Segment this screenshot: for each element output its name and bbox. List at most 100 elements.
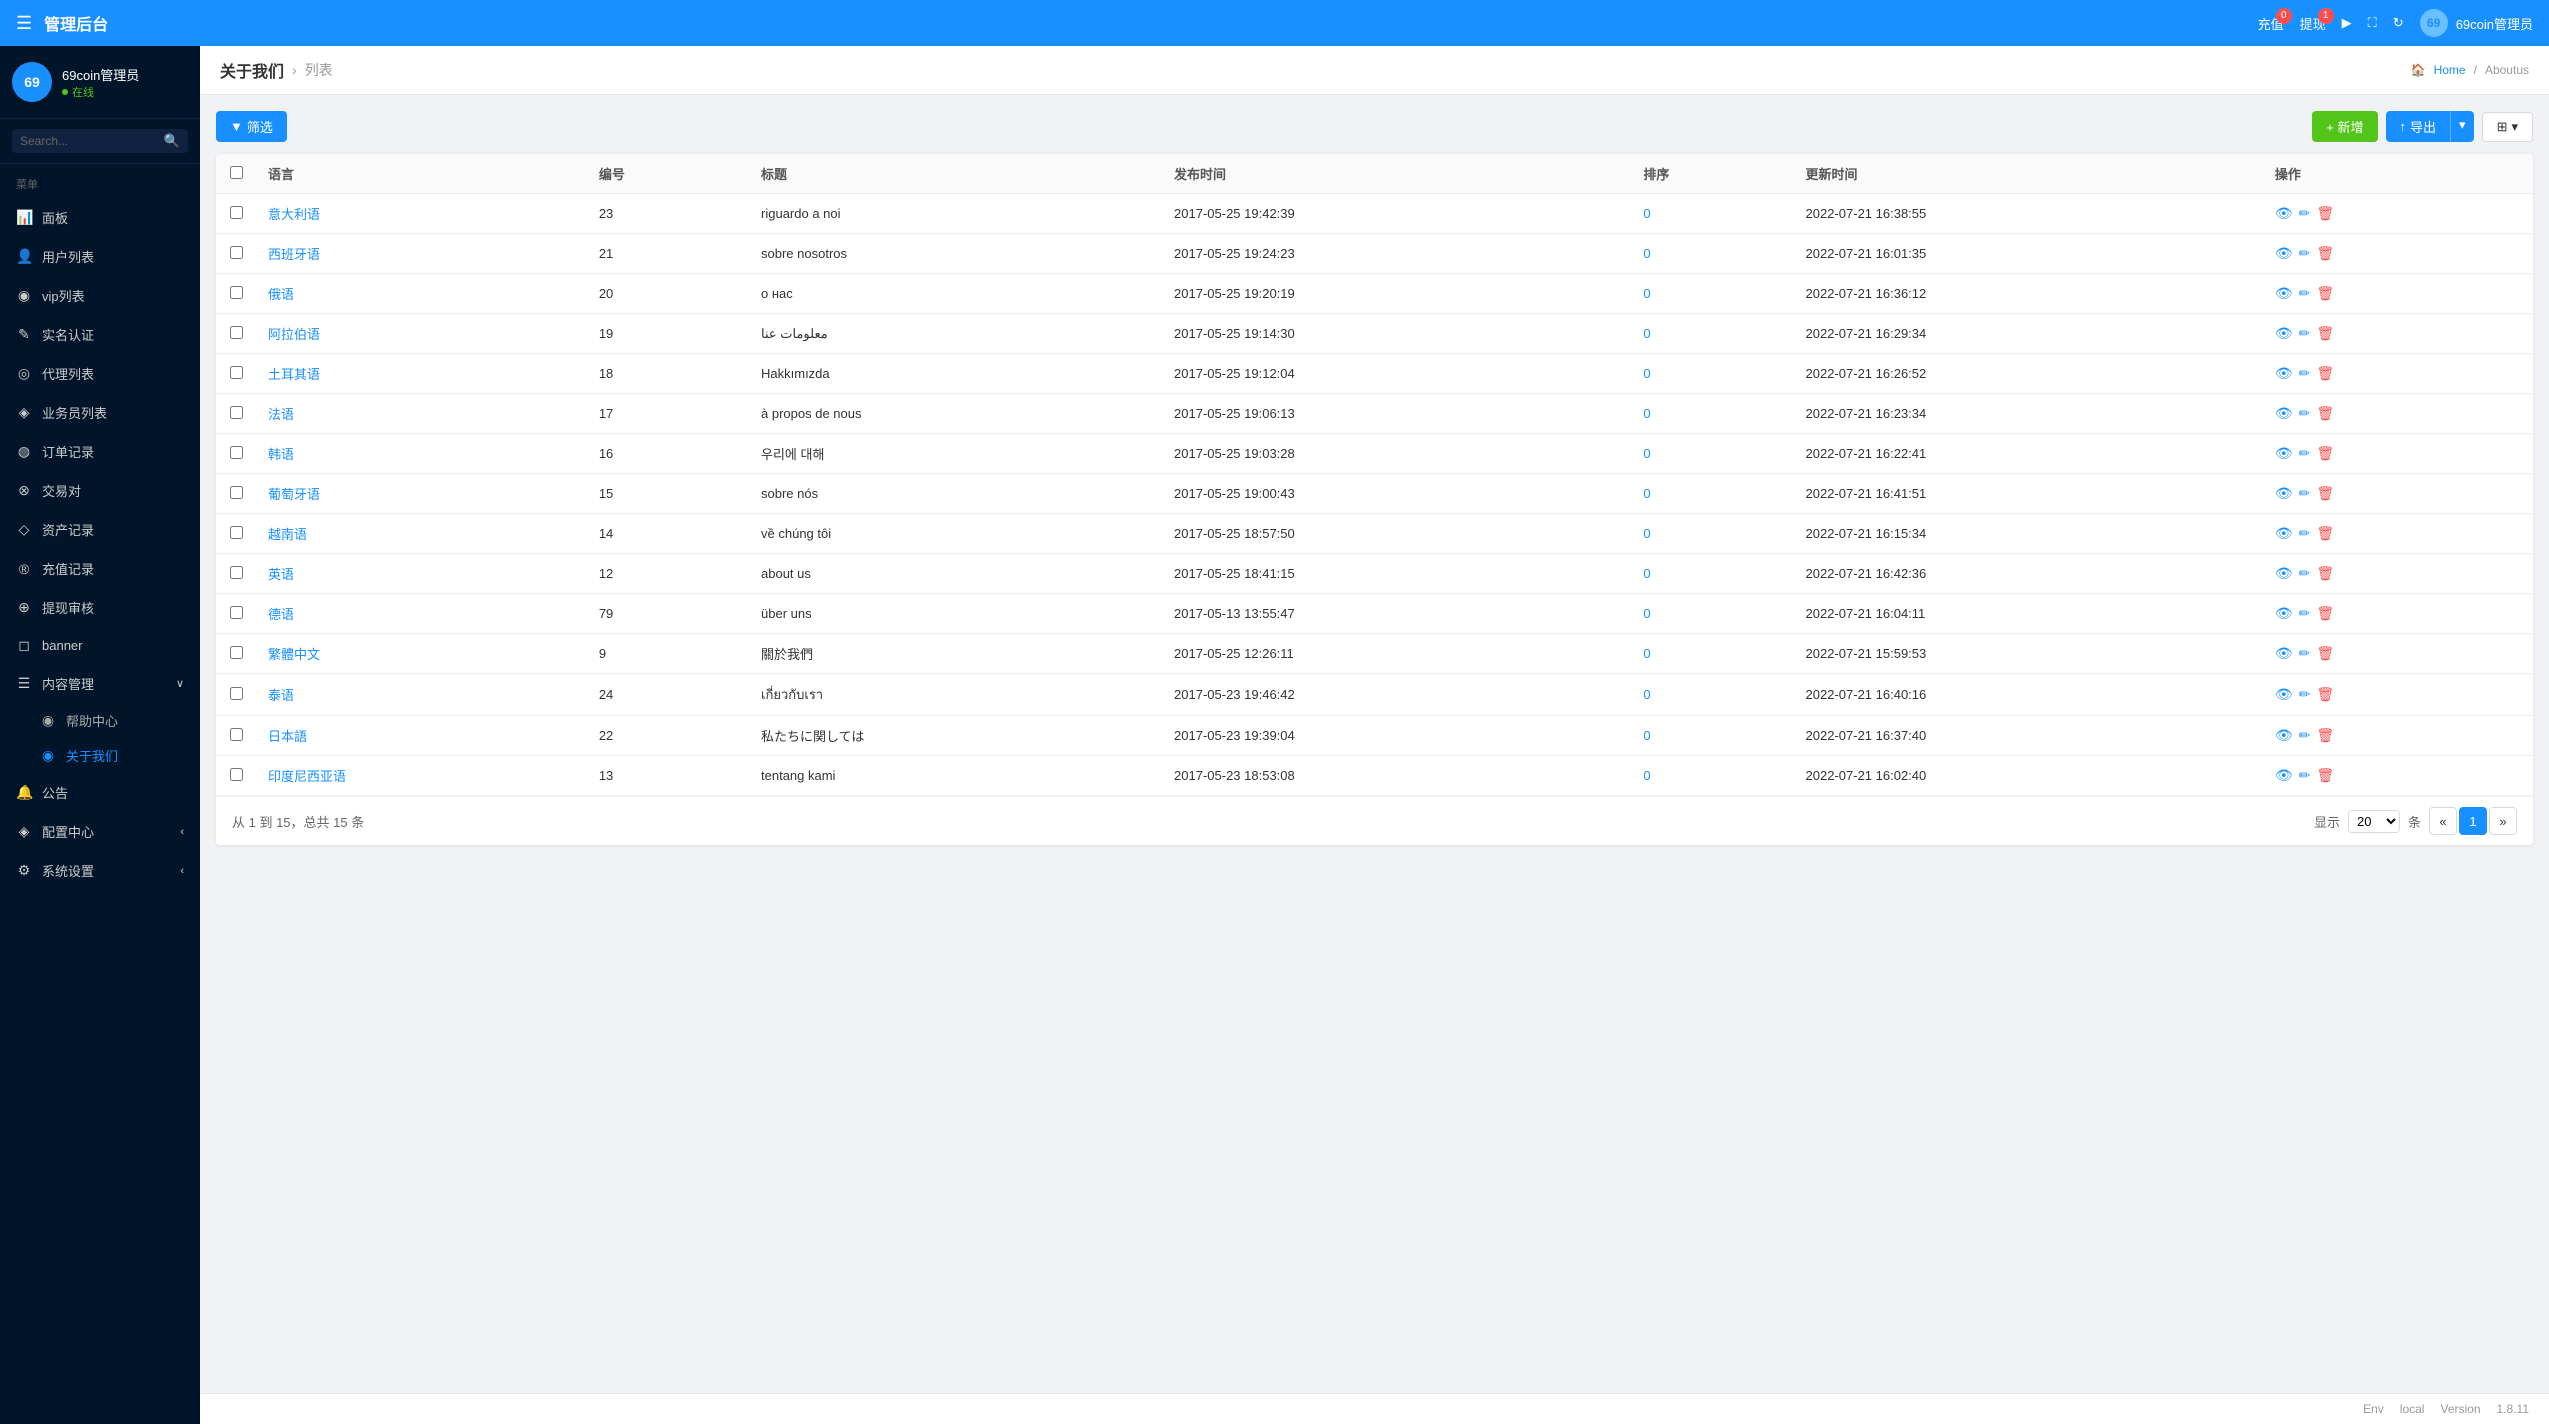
layout-button[interactable]: ⊞ ▾ — [2482, 112, 2533, 142]
edit-icon[interactable]: ✏ — [2299, 645, 2311, 662]
row-checkbox[interactable] — [230, 526, 243, 539]
view-icon[interactable]: 👁 — [2275, 767, 2293, 784]
sidebar-item-help[interactable]: ◉ 帮助中心 — [0, 703, 200, 738]
view-icon[interactable]: 👁 — [2275, 405, 2293, 422]
per-page-select[interactable]: 20 50 100 — [2348, 810, 2400, 833]
hamburger-icon[interactable]: ☰ — [16, 13, 32, 34]
sidebar-item-banner[interactable]: ◻ banner — [0, 627, 200, 664]
sidebar-item-about-us[interactable]: ◉ 关于我们 — [0, 738, 200, 773]
sidebar-item-system[interactable]: ⚙ 系统设置 ‹ — [0, 851, 200, 890]
filter-button[interactable]: ▼ 筛选 — [216, 111, 287, 142]
delete-icon[interactable]: 🗑 — [2316, 445, 2334, 462]
delete-icon[interactable]: 🗑 — [2316, 686, 2334, 703]
view-icon[interactable]: 👁 — [2275, 245, 2293, 262]
row-checkbox[interactable] — [230, 486, 243, 499]
view-icon[interactable]: 👁 — [2275, 205, 2293, 222]
edit-icon[interactable]: ✏ — [2299, 245, 2311, 262]
edit-icon[interactable]: ✏ — [2299, 445, 2311, 462]
sort-link[interactable]: 0 — [1643, 768, 1650, 783]
edit-icon[interactable]: ✏ — [2299, 525, 2311, 542]
view-icon[interactable]: 👁 — [2275, 727, 2293, 744]
delete-icon[interactable]: 🗑 — [2316, 727, 2334, 744]
edit-icon[interactable]: ✏ — [2299, 686, 2311, 703]
play-btn[interactable]: ▶ — [2342, 15, 2352, 31]
edit-icon[interactable]: ✏ — [2299, 605, 2311, 622]
edit-icon[interactable]: ✏ — [2299, 565, 2311, 582]
sort-link[interactable]: 0 — [1643, 366, 1650, 381]
sidebar-item-orders[interactable]: ◍ 订单记录 — [0, 432, 200, 471]
next-page-btn[interactable]: » — [2489, 807, 2517, 835]
delete-icon[interactable]: 🗑 — [2316, 767, 2334, 784]
row-checkbox[interactable] — [230, 687, 243, 700]
sidebar-item-config[interactable]: ◈ 配置中心 ‹ — [0, 812, 200, 851]
view-icon[interactable]: 👁 — [2275, 365, 2293, 382]
sidebar-item-assets[interactable]: ◇ 资产记录 — [0, 510, 200, 549]
breadcrumb-home-link[interactable]: Home — [2434, 63, 2466, 77]
row-checkbox[interactable] — [230, 446, 243, 459]
delete-icon[interactable]: 🗑 — [2316, 285, 2334, 302]
delete-icon[interactable]: 🗑 — [2316, 205, 2334, 222]
delete-icon[interactable]: 🗑 — [2316, 605, 2334, 622]
delete-icon[interactable]: 🗑 — [2316, 645, 2334, 662]
view-icon[interactable]: 👁 — [2275, 485, 2293, 502]
sort-link[interactable]: 0 — [1643, 566, 1650, 581]
export-arrow-btn[interactable]: ▾ — [2450, 111, 2474, 142]
sidebar-item-recharge[interactable]: ® 充值记录 — [0, 549, 200, 588]
view-icon[interactable]: 👁 — [2275, 605, 2293, 622]
delete-icon[interactable]: 🗑 — [2316, 565, 2334, 582]
view-icon[interactable]: 👁 — [2275, 285, 2293, 302]
delete-icon[interactable]: 🗑 — [2316, 485, 2334, 502]
sort-link[interactable]: 0 — [1643, 526, 1650, 541]
sort-link[interactable]: 0 — [1643, 728, 1650, 743]
sidebar-item-users[interactable]: 👤 用户列表 — [0, 237, 200, 276]
edit-icon[interactable]: ✏ — [2299, 405, 2311, 422]
refresh-btn[interactable]: ↻ — [2393, 15, 2404, 31]
sidebar-item-notice[interactable]: 🔔 公告 — [0, 773, 200, 812]
row-checkbox[interactable] — [230, 646, 243, 659]
row-checkbox[interactable] — [230, 566, 243, 579]
view-icon[interactable]: 👁 — [2275, 645, 2293, 662]
edit-icon[interactable]: ✏ — [2299, 485, 2311, 502]
sidebar-item-withdraw[interactable]: ⊕ 提现审核 — [0, 588, 200, 627]
fullscreen-btn[interactable]: ⛶ — [2368, 15, 2377, 31]
delete-icon[interactable]: 🗑 — [2316, 525, 2334, 542]
admin-user[interactable]: 69 69coin管理员 — [2420, 9, 2533, 37]
sort-link[interactable]: 0 — [1643, 606, 1650, 621]
sidebar-item-dashboard[interactable]: 📊 面板 — [0, 198, 200, 237]
sidebar-item-realname[interactable]: ✎ 实名认证 — [0, 315, 200, 354]
sidebar-item-vip[interactable]: ◉ vip列表 — [0, 276, 200, 315]
view-icon[interactable]: 👁 — [2275, 445, 2293, 462]
export-button[interactable]: ↑ 导出 — [2386, 111, 2451, 142]
select-all-checkbox[interactable] — [230, 166, 243, 179]
recharge-btn[interactable]: 充值 0 — [2258, 14, 2284, 33]
sort-link[interactable]: 0 — [1643, 206, 1650, 221]
add-button[interactable]: + 新增 — [2312, 111, 2377, 142]
edit-icon[interactable]: ✏ — [2299, 205, 2311, 222]
edit-icon[interactable]: ✏ — [2299, 285, 2311, 302]
sidebar-item-content-mgmt[interactable]: ☰ 内容管理 ∨ — [0, 664, 200, 703]
row-checkbox[interactable] — [230, 406, 243, 419]
row-checkbox[interactable] — [230, 246, 243, 259]
row-checkbox[interactable] — [230, 286, 243, 299]
delete-icon[interactable]: 🗑 — [2316, 405, 2334, 422]
row-checkbox[interactable] — [230, 326, 243, 339]
row-checkbox[interactable] — [230, 366, 243, 379]
view-icon[interactable]: 👁 — [2275, 565, 2293, 582]
sort-link[interactable]: 0 — [1643, 326, 1650, 341]
view-icon[interactable]: 👁 — [2275, 525, 2293, 542]
sort-link[interactable]: 0 — [1643, 486, 1650, 501]
sort-link[interactable]: 0 — [1643, 687, 1650, 702]
edit-icon[interactable]: ✏ — [2299, 767, 2311, 784]
sidebar-item-trades[interactable]: ⊗ 交易对 — [0, 471, 200, 510]
sidebar-item-staff[interactable]: ◈ 业务员列表 — [0, 393, 200, 432]
delete-icon[interactable]: 🗑 — [2316, 325, 2334, 342]
view-icon[interactable]: 👁 — [2275, 686, 2293, 703]
sort-link[interactable]: 0 — [1643, 246, 1650, 261]
sort-link[interactable]: 0 — [1643, 646, 1650, 661]
edit-icon[interactable]: ✏ — [2299, 727, 2311, 744]
sidebar-item-agents[interactable]: ◎ 代理列表 — [0, 354, 200, 393]
page-1-btn[interactable]: 1 — [2459, 807, 2487, 835]
withdraw-btn[interactable]: 提现 1 — [2300, 14, 2326, 33]
edit-icon[interactable]: ✏ — [2299, 365, 2311, 382]
sort-link[interactable]: 0 — [1643, 446, 1650, 461]
